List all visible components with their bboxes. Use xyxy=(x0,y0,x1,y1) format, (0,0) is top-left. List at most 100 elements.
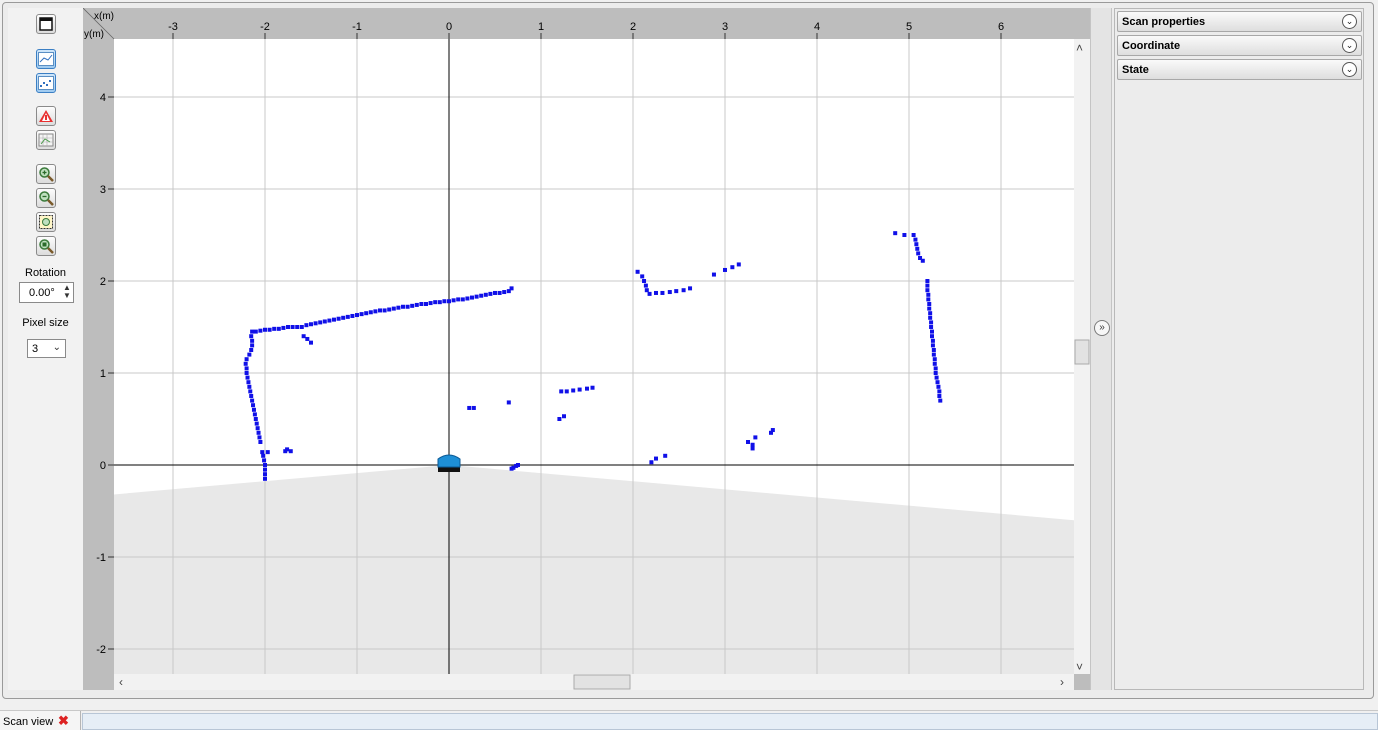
x-tick-label: 0 xyxy=(446,21,452,33)
scan-point xyxy=(564,389,569,394)
spin-arrows-icon[interactable]: ▲ ▼ xyxy=(63,284,71,300)
expand-icon[interactable]: ⌄ xyxy=(1342,62,1357,77)
vertical-scrollbar[interactable]: ˄ ˅ xyxy=(1074,39,1090,674)
expand-icon[interactable]: ⌄ xyxy=(1342,14,1357,29)
scan-point xyxy=(460,297,465,302)
scatter-plot-icon[interactable] xyxy=(36,73,56,93)
scan-point xyxy=(497,290,502,295)
scroll-up-icon[interactable]: ˄ xyxy=(1076,41,1083,55)
collapse-panel-icon[interactable]: » xyxy=(1094,320,1110,336)
scan-point xyxy=(419,302,424,306)
scan-point xyxy=(911,233,916,237)
scan-point xyxy=(378,308,382,313)
scan-point xyxy=(250,338,255,343)
scan-plot-canvas[interactable]: -3 -2 -1 0 1 2 3 4 5 6 4 3 2 1 0 -1 -2 x(m) y(m) ˄ ˅ ‹ … xyxy=(82,7,1090,690)
scan-point xyxy=(263,472,267,477)
scan-point xyxy=(244,366,249,371)
y-axis-label: y(m) xyxy=(84,29,104,40)
scan-point xyxy=(250,398,255,403)
scan-point xyxy=(506,400,511,405)
robot-warning-icon[interactable] xyxy=(36,106,56,126)
scan-point xyxy=(933,371,938,375)
pixel-size-label: Pixel size xyxy=(22,317,69,329)
window-icon[interactable] xyxy=(36,14,56,34)
y-tick-label: -1 xyxy=(96,552,106,564)
section-state[interactable]: State ⌄ xyxy=(1117,59,1362,80)
scan-point xyxy=(736,262,741,267)
scan-point xyxy=(256,430,261,435)
scan-point xyxy=(304,323,309,328)
scan-point xyxy=(355,313,359,318)
scan-point xyxy=(929,325,934,329)
rotation-spinbox[interactable]: 0.00° ▲ ▼ xyxy=(19,282,74,303)
line-plot-icon[interactable] xyxy=(36,49,56,69)
close-icon[interactable]: ✖ xyxy=(58,713,69,729)
scan-point xyxy=(925,283,930,288)
scan-point xyxy=(305,336,310,341)
scan-point xyxy=(938,398,943,403)
scan-point xyxy=(654,290,658,295)
zoom-in-icon[interactable] xyxy=(36,164,56,184)
section-coordinate[interactable]: Coordinate ⌄ xyxy=(1117,35,1362,56)
scroll-right-icon[interactable]: › xyxy=(1060,675,1064,689)
scan-point xyxy=(249,348,254,352)
toolbar: Rotation 0.00° ▲ ▼ Pixel size 3 ⌄ xyxy=(8,8,84,690)
scroll-left-icon[interactable]: ‹ xyxy=(119,675,123,689)
scan-point xyxy=(244,357,249,362)
pixel-size-select[interactable]: 3 ⌄ xyxy=(27,339,66,358)
scan-point xyxy=(281,325,286,330)
scan-point xyxy=(318,320,323,325)
scan-point xyxy=(309,322,313,327)
vertical-scroll-thumb[interactable] xyxy=(1074,339,1090,365)
scan-point xyxy=(254,421,259,426)
scan-point xyxy=(509,466,514,471)
scan-point xyxy=(437,300,442,305)
scan-point xyxy=(263,467,267,472)
horizontal-scroll-thumb[interactable] xyxy=(573,674,631,690)
scan-point xyxy=(447,299,451,304)
scan-point xyxy=(467,405,472,410)
horizontal-scrollbar[interactable]: ‹ › xyxy=(114,674,1074,690)
grid-area-icon[interactable] xyxy=(36,130,56,150)
scan-point xyxy=(663,453,668,458)
tab-scan-view[interactable]: Scan view ✖ xyxy=(0,711,81,730)
scan-point xyxy=(373,309,378,314)
scan-point xyxy=(925,288,930,293)
scan-point xyxy=(251,407,256,412)
scan-plot[interactable]: -3 -2 -1 0 1 2 3 4 5 6 4 3 2 1 0 -1 -2 x(m) y(m) ˄ ˅ ‹ … xyxy=(82,7,1090,690)
expand-icon[interactable]: ⌄ xyxy=(1342,38,1357,53)
scan-point xyxy=(341,315,346,320)
section-scan-properties[interactable]: Scan properties ⌄ xyxy=(1117,11,1362,32)
scan-point xyxy=(640,274,645,279)
scan-point xyxy=(391,306,396,311)
tab-strip xyxy=(82,713,1378,730)
panel-collapse-rail[interactable] xyxy=(1090,8,1112,690)
scan-point xyxy=(428,301,433,306)
zoom-reset-icon[interactable] xyxy=(36,236,56,256)
section-title: Scan properties xyxy=(1122,16,1206,28)
scroll-down-icon[interactable]: ˅ xyxy=(1076,660,1083,674)
y-tick-label: 1 xyxy=(100,368,106,380)
scan-point xyxy=(649,460,654,465)
zoom-out-icon[interactable] xyxy=(36,188,56,208)
scan-point xyxy=(937,389,942,394)
tab-label: Scan view xyxy=(3,716,54,728)
scan-point xyxy=(711,272,716,277)
scan-point xyxy=(931,348,936,352)
y-tick-label: -2 xyxy=(96,644,106,656)
scan-point xyxy=(488,291,493,296)
rotation-label: Rotation xyxy=(25,267,66,279)
scan-point xyxy=(258,328,263,333)
scan-point xyxy=(577,387,582,392)
scan-point xyxy=(309,340,313,345)
scan-point xyxy=(410,303,415,308)
scan-point xyxy=(272,326,277,331)
scan-point xyxy=(350,313,355,318)
scan-point xyxy=(750,442,755,447)
zoom-fit-icon[interactable] xyxy=(36,212,56,232)
scan-point xyxy=(770,428,775,433)
scan-point xyxy=(252,412,257,417)
y-tick-label: 2 xyxy=(100,276,106,288)
scan-point xyxy=(937,394,942,398)
scan-point xyxy=(635,269,640,274)
